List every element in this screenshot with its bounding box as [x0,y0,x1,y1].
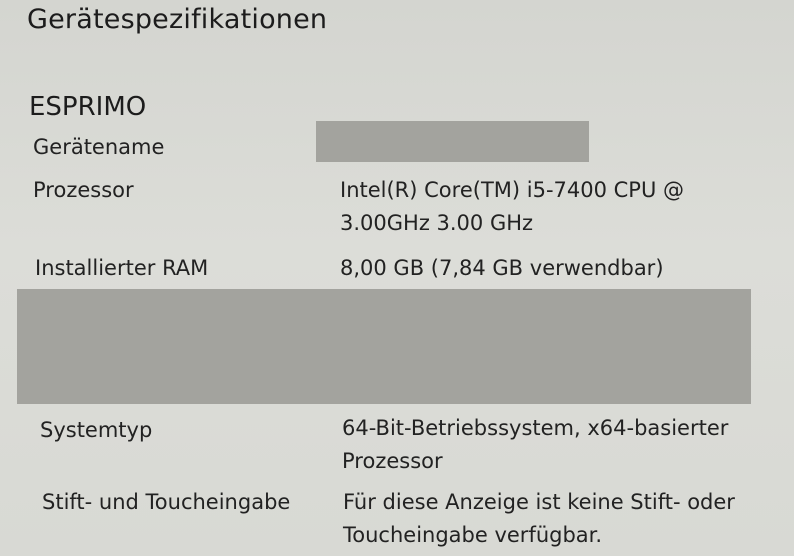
pen-touch-value-line1: Für diese Anzeige ist keine Stift- oder [343,490,735,514]
pen-touch-value-line2: Toucheingabe verfügbar. [343,523,603,547]
device-model-name: ESPRIMO [29,92,147,122]
redacted-block [17,289,751,404]
processor-value-line2: 3.00GHz 3.00 GHz [340,211,534,235]
ram-value: 8,00 GB (7,84 GB verwendbar) [340,256,664,280]
pen-touch-label: Stift- und Toucheingabe [42,490,291,514]
processor-label: Prozessor [33,178,134,202]
page-title: Gerätespezifikationen [27,4,328,35]
system-type-value-line1: 64-Bit-Betriebssystem, x64-basierter [342,416,729,440]
ram-label: Installierter RAM [35,256,209,280]
device-name-label: Gerätename [33,135,165,159]
system-type-value-line2: Prozessor [342,449,443,473]
processor-value-line1: Intel(R) Core(TM) i5-7400 CPU @ [340,178,685,202]
device-name-redacted [316,121,589,162]
system-type-label: Systemtyp [40,418,153,442]
